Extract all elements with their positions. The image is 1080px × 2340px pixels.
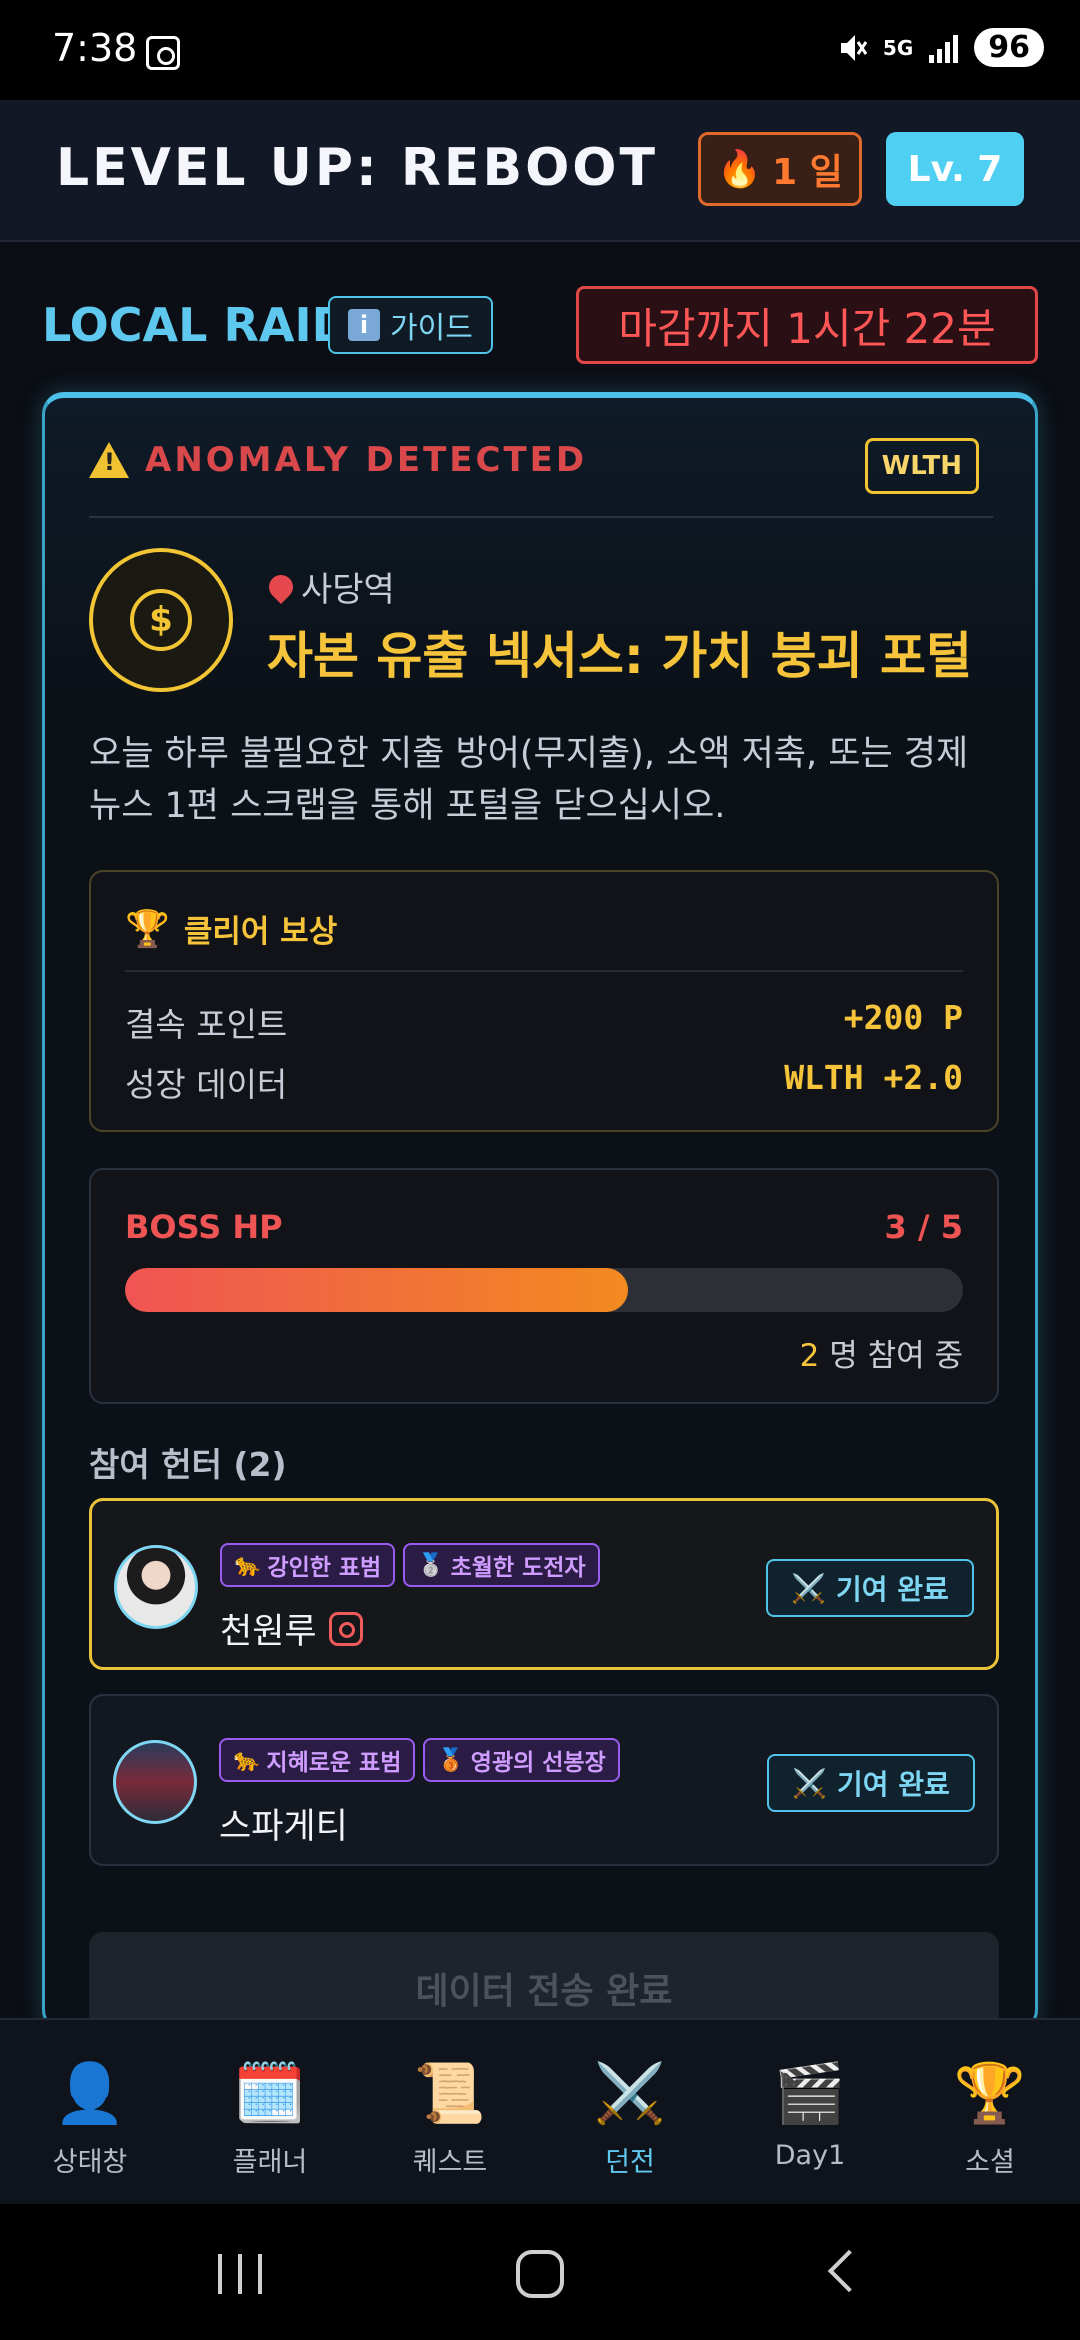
nav-item-social[interactable]: 🏆 소셜 xyxy=(900,2020,1080,2204)
signal-icon xyxy=(929,33,959,63)
reward-value: +200 P xyxy=(843,998,963,1037)
participant-count: 2 명 참여 중 xyxy=(800,1330,963,1375)
reward-label: 성장 데이터 xyxy=(125,1065,288,1104)
leopard-icon: 🐆 xyxy=(234,1552,262,1578)
reward-value: WLTH +2.0 xyxy=(784,1058,963,1097)
nav-item-day1[interactable]: 🎬 Day1 xyxy=(720,2020,900,2204)
leopard-icon: 🐆 xyxy=(233,1747,261,1773)
participant-number: 2 xyxy=(799,1338,820,1374)
boss-hp-label: BOSS HP xyxy=(125,1208,283,1246)
mute-icon xyxy=(837,31,868,65)
boss-emblem: $ xyxy=(89,548,233,692)
medal-icon: 🥈 xyxy=(417,1552,445,1578)
back-icon[interactable] xyxy=(827,2249,871,2293)
guide-button[interactable]: i 가이드 xyxy=(328,296,493,354)
app-title: LEVEL UP: REBOOT xyxy=(56,138,658,198)
hunter-badges: 🐆 지혜로운 표범 🥉 영광의 선봉장 xyxy=(219,1738,620,1782)
divider xyxy=(125,970,963,972)
bottom-nav: 👤 상태창 🗓️ 플래너 📜 퀘스트 ⚔️ 던전 🎬 Day1 🏆 소셜 xyxy=(0,2018,1080,2204)
screenshot-icon xyxy=(146,36,180,70)
crossed-swords-icon: ⚔️ xyxy=(593,2059,667,2127)
fire-icon: 🔥 xyxy=(717,149,763,190)
title-badge: 🥈 초월한 도전자 xyxy=(403,1543,600,1587)
hunter-badges: 🐆 강인한 표범 🥈 초월한 도전자 xyxy=(220,1543,600,1587)
nav-label: 던전 xyxy=(605,2147,655,2178)
status-icons: 5G 96 xyxy=(837,28,1044,67)
deadline-timer: 마감까지 1시간 22분 xyxy=(576,286,1038,364)
system-nav-bar xyxy=(0,2204,1080,2340)
title-badge: 🥉 영광의 선봉장 xyxy=(423,1738,620,1782)
crossed-swords-icon: ⚔️ xyxy=(792,1766,828,1800)
nav-item-planner[interactable]: 🗓️ 플래너 xyxy=(180,2020,360,2204)
clapperboard-icon: 🎬 xyxy=(773,2059,847,2127)
status-bar: 7:38 5G 96 xyxy=(0,0,1080,100)
info-icon: i xyxy=(348,309,380,341)
home-icon[interactable] xyxy=(516,2250,564,2298)
dollar-coin-icon: $ xyxy=(130,589,192,651)
medal-icon: 🥉 xyxy=(437,1747,465,1773)
participant-suffix: 명 참여 중 xyxy=(819,1338,963,1374)
reward-title: 클리어 보상 xyxy=(183,914,338,950)
warning-icon xyxy=(89,442,129,478)
avatar[interactable] xyxy=(114,1545,198,1629)
guide-label: 가이드 xyxy=(390,311,473,346)
calendar-icon: 🗓️ xyxy=(233,2059,307,2127)
divider xyxy=(89,516,993,518)
hunter-name: 천원루 xyxy=(220,1603,363,1654)
hunter-card[interactable]: 🐆 강인한 표범 🥈 초월한 도전자 천원루 ⚔️ 기여 완료 xyxy=(89,1498,999,1670)
hunter-card[interactable]: 🐆 지혜로운 표범 🥉 영광의 선봉장 스파게티 ⚔️ 기여 완료 xyxy=(89,1694,999,1866)
reward-row: 결속 포인트 +200 P xyxy=(125,998,963,1046)
trophy-icon: 🏆 xyxy=(125,908,170,950)
reward-label: 결속 포인트 xyxy=(125,1005,288,1044)
reward-row: 성장 데이터 WLTH +2.0 xyxy=(125,1058,963,1106)
boss-hp-bar xyxy=(125,1268,963,1312)
mission-description: 오늘 하루 불필요한 지출 방어(무지출), 소액 저축, 또는 경제 뉴스 1… xyxy=(89,734,969,826)
nav-item-quest[interactable]: 📜 퀘스트 xyxy=(360,2020,540,2204)
person-icon: 👤 xyxy=(53,2059,127,2127)
trophy-icon: 🏆 xyxy=(953,2059,1027,2127)
reward-header: 🏆 클리어 보상 xyxy=(125,906,337,951)
title-badge: 🐆 지혜로운 표범 xyxy=(219,1738,416,1782)
avatar[interactable] xyxy=(113,1740,197,1824)
nav-item-status[interactable]: 👤 상태창 xyxy=(0,2020,180,2204)
nav-label: 상태창 xyxy=(52,2147,128,2178)
app-header: LEVEL UP: REBOOT 🔥 1 일 Lv. 7 xyxy=(0,100,1080,242)
anomaly-label: ANOMALY DETECTED xyxy=(145,440,588,480)
streak-badge[interactable]: 🔥 1 일 xyxy=(698,132,862,206)
scroll-icon: 📜 xyxy=(413,2059,487,2127)
status-time: 7:38 xyxy=(52,26,138,70)
category-tag: WLTH xyxy=(864,438,979,494)
network-label: 5G xyxy=(882,35,914,60)
nav-item-dungeon[interactable]: ⚔️ 던전 xyxy=(540,2020,720,2204)
level-badge[interactable]: Lv. 7 xyxy=(886,132,1024,206)
anomaly-header: ANOMALY DETECTED xyxy=(89,440,587,480)
location-label: 사당역 xyxy=(301,570,395,610)
boss-location: 사당역 xyxy=(264,562,395,611)
nav-label: 플래너 xyxy=(232,2147,308,2178)
section-title: LOCAL RAID xyxy=(42,298,350,352)
recent-apps-icon[interactable] xyxy=(218,2254,262,2294)
instagram-icon[interactable] xyxy=(328,1611,363,1646)
hunter-name: 스파게티 xyxy=(219,1807,348,1847)
boss-name: 자본 유출 넥서스: 가치 붕괴 포털 xyxy=(267,627,973,685)
contribution-button[interactable]: ⚔️ 기여 완료 xyxy=(767,1754,975,1812)
nav-label: 퀘스트 xyxy=(412,2147,488,2178)
streak-value: 1 일 xyxy=(772,152,843,193)
raid-card: ANOMALY DETECTED WLTH $ 사당역 자본 유출 넥서스: 가… xyxy=(42,392,1038,2032)
reward-panel: 🏆 클리어 보상 결속 포인트 +200 P 성장 데이터 WLTH +2.0 xyxy=(89,870,999,1132)
boss-hp-fill xyxy=(125,1268,628,1312)
contribution-button[interactable]: ⚔️ 기여 완료 xyxy=(766,1559,974,1617)
crossed-swords-icon: ⚔️ xyxy=(791,1571,827,1605)
boss-hp-panel: BOSS HP 3 / 5 2 명 참여 중 xyxy=(89,1168,999,1404)
nav-label: Day1 xyxy=(774,2140,846,2171)
location-pin-icon xyxy=(264,569,298,604)
title-badge: 🐆 강인한 표범 xyxy=(220,1543,396,1587)
submit-data-button[interactable]: 데이터 전송 완료 xyxy=(89,1932,999,2029)
battery-indicator: 96 xyxy=(974,28,1044,67)
boss-hp-count: 3 / 5 xyxy=(884,1208,964,1246)
nav-label: 소셜 xyxy=(965,2147,1015,2178)
hunters-title: 참여 헌터 (2) xyxy=(89,1445,287,1484)
